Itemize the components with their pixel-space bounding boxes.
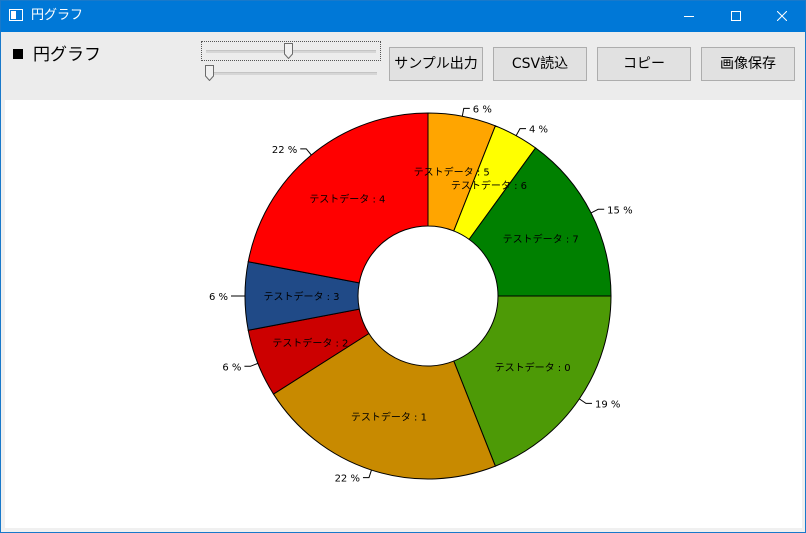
maximize-icon bbox=[731, 11, 741, 21]
heading-marker-icon bbox=[13, 49, 23, 59]
slider-bottom-track bbox=[205, 72, 377, 75]
percent-label: 15 % bbox=[607, 205, 632, 216]
percent-leader-line bbox=[579, 398, 592, 404]
slice-label: テストデータ : 6 bbox=[451, 179, 527, 192]
app-window-icon bbox=[9, 9, 23, 21]
toolbar: 円グラフ サンプル出力 CSV読込 コピー 画像保存 bbox=[1, 32, 805, 100]
minimize-button[interactable] bbox=[666, 1, 712, 32]
window-title: 円グラフ bbox=[31, 8, 84, 23]
percent-label: 6 % bbox=[222, 362, 241, 373]
percent-leader-line bbox=[590, 208, 605, 214]
title-bar[interactable]: 円グラフ bbox=[1, 1, 805, 32]
close-icon bbox=[777, 11, 787, 21]
slider-bottom[interactable] bbox=[201, 64, 381, 84]
percent-label: 19 % bbox=[595, 399, 620, 410]
percent-label: 22 % bbox=[335, 474, 360, 485]
percent-label: 6 % bbox=[209, 292, 228, 303]
save-image-button[interactable]: 画像保存 bbox=[701, 47, 795, 81]
app-window: 円グラフ 円グラフ サンプル出力 CSV読込 コピー 画像保存 テストデータ :… bbox=[0, 0, 806, 533]
slider-top[interactable] bbox=[201, 41, 381, 61]
chart-area: テストデータ : 0 19 % テストデータ : 1 22 % テストデータ : 2 6 … bbox=[5, 100, 802, 528]
donut-chart: テストデータ : 0 19 % テストデータ : 1 22 % テストデータ : 2 6 … bbox=[209, 104, 633, 485]
maximize-button[interactable] bbox=[713, 1, 759, 32]
copy-button[interactable]: コピー bbox=[597, 47, 691, 81]
slice-label: テストデータ : 3 bbox=[263, 290, 339, 303]
close-button[interactable] bbox=[759, 1, 805, 32]
page-title: 円グラフ bbox=[13, 44, 101, 66]
slider-bottom-thumb[interactable] bbox=[205, 65, 214, 81]
slice-label: テストデータ : 1 bbox=[351, 410, 427, 423]
percent-leader-line bbox=[244, 362, 259, 367]
slice-label: テストデータ : 5 bbox=[414, 166, 490, 179]
slider-top-thumb[interactable] bbox=[284, 43, 294, 59]
percent-leader-line bbox=[300, 148, 312, 156]
percent-label: 22 % bbox=[272, 145, 297, 156]
page-title-text: 円グラフ bbox=[33, 45, 101, 65]
percent-label: 4 % bbox=[529, 125, 548, 136]
csv-load-button[interactable]: CSV読込 bbox=[493, 47, 587, 81]
percent-label: 6 % bbox=[473, 104, 492, 115]
percent-leader-line bbox=[461, 107, 470, 117]
minimize-icon bbox=[684, 16, 694, 17]
slice-label: テストデータ : 0 bbox=[495, 361, 571, 374]
slice-label: テストデータ : 2 bbox=[272, 337, 348, 350]
slice-label: テストデータ : 7 bbox=[503, 233, 579, 246]
sample-output-button[interactable]: サンプル出力 bbox=[389, 47, 483, 81]
slice-label: テストデータ : 4 bbox=[309, 193, 385, 206]
percent-leader-line bbox=[362, 469, 372, 479]
percent-leader-line bbox=[515, 128, 527, 136]
